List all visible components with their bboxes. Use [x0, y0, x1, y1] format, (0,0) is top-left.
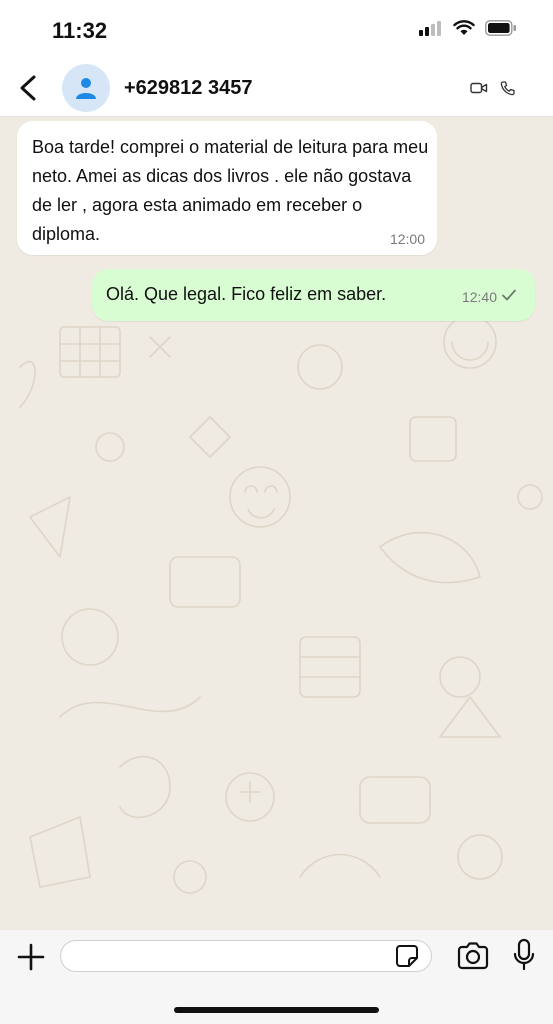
back-chevron-icon[interactable]: [16, 74, 42, 102]
message-bubble-incoming[interactable]: Boa tarde! comprei o material de leitura…: [17, 121, 437, 255]
cellular-signal-icon: [419, 21, 441, 36]
plus-icon[interactable]: [16, 942, 46, 972]
chat-area[interactable]: Boa tarde! comprei o material de leitura…: [0, 117, 553, 930]
video-camera-icon[interactable]: [470, 80, 488, 96]
sticker-icon[interactable]: [394, 943, 420, 969]
message-input[interactable]: [60, 940, 432, 972]
message-bubble-outgoing[interactable]: Olá. Que legal. Fico feliz em saber. 12:…: [92, 269, 535, 321]
person-icon: [76, 78, 96, 99]
home-indicator: [174, 1007, 379, 1013]
camera-icon[interactable]: [456, 941, 490, 971]
status-time: 11:32: [52, 18, 108, 43]
contact-name[interactable]: +629812 3457: [124, 77, 252, 100]
phone-icon[interactable]: [499, 80, 517, 96]
message-text: Boa tarde! comprei o material de leitura…: [32, 137, 429, 244]
chat-header: +629812 3457: [0, 60, 553, 117]
avatar[interactable]: [62, 64, 110, 112]
microphone-icon[interactable]: [512, 938, 536, 974]
message-time: 12:40: [461, 289, 497, 305]
status-icons: [419, 20, 517, 36]
wifi-icon: [453, 20, 475, 35]
message-composer: [0, 930, 553, 1024]
message-text: Olá. Que legal. Fico feliz em saber.: [106, 284, 387, 304]
message-time: 12:00: [389, 231, 425, 247]
battery-icon: [485, 20, 516, 36]
status-bar: 11:32: [0, 0, 553, 60]
sent-check-icon: [502, 289, 516, 301]
